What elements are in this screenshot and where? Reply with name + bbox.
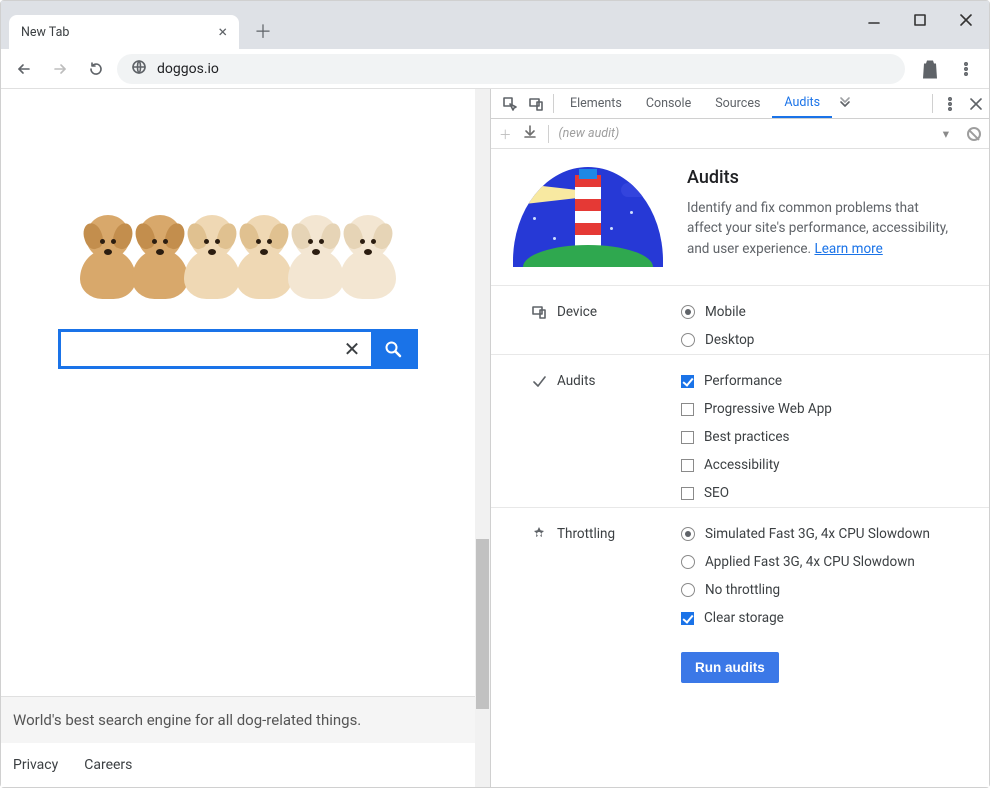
audits-toolbar: ＋ (new audit) ▾ <box>491 119 989 149</box>
tab-close-icon[interactable]: × <box>218 24 227 40</box>
devtools-menu-button[interactable] <box>937 89 963 118</box>
toggle-device-icon[interactable] <box>523 89 549 118</box>
radio-icon <box>681 583 695 597</box>
address-bar[interactable]: doggos.io <box>117 54 905 84</box>
checkbox-icon <box>681 612 694 625</box>
window-close-button[interactable] <box>943 1 989 39</box>
footer-link-careers[interactable]: Careers <box>84 757 132 773</box>
audit-check-accessibility[interactable]: Accessibility <box>681 457 967 473</box>
browser-toolbar: doggos.io <box>1 49 989 89</box>
footer-link-privacy[interactable]: Privacy <box>13 757 58 773</box>
page-scrollbar-thumb[interactable] <box>476 539 489 709</box>
audits-download-button[interactable] <box>522 124 538 144</box>
radio-icon <box>681 555 695 569</box>
site-footer-links: Privacy Careers <box>1 743 475 787</box>
page-viewport: ✕ World's best search engine for all dog… <box>1 89 491 787</box>
window-maximize-button[interactable] <box>897 1 943 39</box>
throttling-section-label: Throttling <box>557 526 615 542</box>
throttling-section-icon <box>531 526 547 542</box>
nav-forward-button[interactable] <box>45 54 75 84</box>
window-minimize-button[interactable] <box>851 1 897 39</box>
browser-menu-button[interactable] <box>951 54 981 84</box>
window-controls <box>851 1 989 39</box>
nav-reload-button[interactable] <box>81 54 111 84</box>
site-search-bar: ✕ <box>58 329 418 369</box>
nav-back-button[interactable] <box>9 54 39 84</box>
search-submit-button[interactable] <box>371 332 415 366</box>
devtools-tab-console[interactable]: Console <box>634 89 703 118</box>
radio-icon <box>681 305 695 319</box>
throttling-option-simulated[interactable]: Simulated Fast 3G, 4x CPU Slowdown <box>681 526 967 542</box>
hero-image-puppies <box>76 209 400 299</box>
devtools-panel: Elements Console Sources Audits ＋ (ne <box>491 89 989 787</box>
devtools-tabs-overflow-icon[interactable] <box>832 89 858 118</box>
browser-titlebar: New Tab × ＋ <box>1 1 989 49</box>
devtools-tabbar: Elements Console Sources Audits <box>491 89 989 119</box>
site-tagline: World's best search engine for all dog-r… <box>1 697 475 743</box>
audits-selector-chevron-icon[interactable]: ▾ <box>943 126 949 142</box>
site-info-icon[interactable] <box>131 59 147 79</box>
checkbox-icon <box>681 487 694 500</box>
device-option-mobile[interactable]: Mobile <box>681 304 967 320</box>
new-tab-button[interactable]: ＋ <box>249 17 277 45</box>
audits-section-label: Audits <box>557 373 595 389</box>
throttling-option-none[interactable]: No throttling <box>681 582 967 598</box>
lighthouse-illustration <box>513 167 663 267</box>
devtools-tab-elements[interactable]: Elements <box>558 89 634 118</box>
audit-check-pwa[interactable]: Progressive Web App <box>681 401 967 417</box>
radio-icon <box>681 333 695 347</box>
inspect-element-icon[interactable] <box>497 89 523 118</box>
checkbox-icon <box>681 375 694 388</box>
clear-storage-checkbox[interactable]: Clear storage <box>681 610 967 626</box>
checkbox-icon <box>681 403 694 416</box>
search-clear-button[interactable]: ✕ <box>333 332 371 366</box>
account-icon[interactable] <box>915 54 945 84</box>
address-bar-url: doggos.io <box>157 61 219 77</box>
devtools-close-button[interactable] <box>963 89 989 118</box>
audits-selector[interactable]: (new audit) <box>559 126 620 141</box>
throttling-option-applied[interactable]: Applied Fast 3G, 4x CPU Slowdown <box>681 554 967 570</box>
audits-title: Audits <box>687 167 957 188</box>
devtools-tab-sources[interactable]: Sources <box>703 89 772 118</box>
audits-description: Identify and fix common problems that af… <box>687 198 957 259</box>
audits-new-button[interactable]: ＋ <box>499 124 512 143</box>
audit-check-performance[interactable]: Performance <box>681 373 967 389</box>
device-option-desktop[interactable]: Desktop <box>681 332 967 348</box>
audit-check-bestpractices[interactable]: Best practices <box>681 429 967 445</box>
browser-tab[interactable]: New Tab × <box>9 15 239 49</box>
site-search-input[interactable] <box>61 332 333 366</box>
audits-learn-more-link[interactable]: Learn more <box>814 241 882 257</box>
radio-icon <box>681 527 695 541</box>
page-scrollbar[interactable] <box>475 89 490 787</box>
tab-title: New Tab <box>21 25 69 40</box>
device-section-icon <box>531 304 547 320</box>
device-section-label: Device <box>557 304 597 320</box>
checkbox-icon <box>681 459 694 472</box>
audit-check-seo[interactable]: SEO <box>681 485 967 501</box>
audits-clear-button[interactable] <box>967 127 981 141</box>
run-audits-button[interactable]: Run audits <box>681 652 779 683</box>
devtools-tab-audits[interactable]: Audits <box>772 89 832 118</box>
checkbox-icon <box>681 431 694 444</box>
audits-section-icon <box>531 373 547 389</box>
